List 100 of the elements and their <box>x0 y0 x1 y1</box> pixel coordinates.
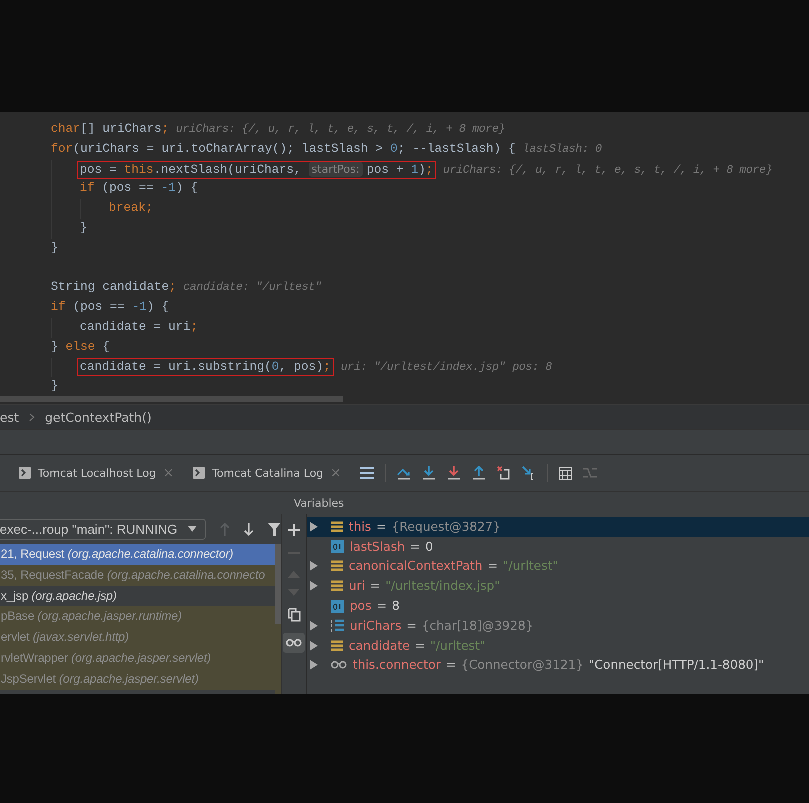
field-icon <box>331 640 343 652</box>
log-tab[interactable]: Tomcat Catalina Log <box>212 466 324 480</box>
variable-row[interactable]: pos = 8 <box>307 596 809 616</box>
code-keyword: ; <box>169 280 176 294</box>
code-keyword: for <box>51 142 74 156</box>
glasses-icon <box>286 639 302 647</box>
variable-row[interactable]: candidate = "/urltest" <box>307 636 809 656</box>
code-keyword: this <box>124 162 154 177</box>
inline-value-hint: pos: 8 <box>512 362 552 374</box>
variable-row[interactable]: this.connector = {Connector@3121} "Connector[HTTP/1.1-8080]" <box>307 656 809 676</box>
inline-value-hint: uri: "/urltest/index.jsp" <box>340 362 506 374</box>
code-keyword: ; <box>426 162 434 177</box>
code-number: -1 <box>132 300 147 314</box>
log-tab[interactable]: Tomcat Localhost Log <box>38 466 156 480</box>
code-text: pos = <box>80 162 118 177</box>
list-icon[interactable] <box>360 467 374 479</box>
variable-name: uriChars <box>350 618 402 633</box>
expand-arrow-icon[interactable] <box>310 640 318 651</box>
code-text: } <box>51 379 58 394</box>
watches-toggle-button[interactable] <box>283 633 305 653</box>
variable-row[interactable]: lastSlash = 0 <box>307 536 809 557</box>
panel-title: Variables <box>294 496 344 510</box>
code-text: , pos) <box>279 360 324 374</box>
variable-name: lastSlash <box>350 540 406 554</box>
console-icon <box>19 467 31 479</box>
array-icon <box>331 619 344 632</box>
arrow-down-icon[interactable] <box>244 522 254 536</box>
code-text: [] uriChars <box>80 122 162 136</box>
code-keyword: if <box>80 181 95 196</box>
code-text: (uriChars = uri.toCharArray(); lastSlash > <box>73 142 384 156</box>
primitive-icon <box>331 540 344 554</box>
thread-dropdown[interactable]: exec-...roup "main": RUNNING <box>0 518 206 540</box>
variable-value: 0 <box>425 540 434 554</box>
variable-name: canonicalContextPath <box>349 559 483 574</box>
code-number: 1 <box>411 162 418 177</box>
variable-description: "Connector[HTTP/1.1-8080]" <box>588 658 764 672</box>
expand-arrow-icon[interactable] <box>310 660 318 670</box>
expand-arrow-icon[interactable] <box>310 581 318 592</box>
variable-row[interactable]: this = {Request@3827} <box>307 517 809 537</box>
code-text: ) { <box>146 300 170 314</box>
force-step-into-icon[interactable] <box>447 466 462 480</box>
code-text: candidate = uri.substring( <box>80 360 272 374</box>
code-number: 0 <box>390 142 398 156</box>
variable-row[interactable]: uri = "/urltest/index.jsp" <box>307 576 809 596</box>
code-keyword: if <box>51 300 66 314</box>
equals-sign: = <box>410 540 420 554</box>
expand-arrow-icon[interactable] <box>310 522 318 532</box>
inline-value-hint: uriChars: {/, u, r, l, t, e, s, t, /, i, + 8 more} <box>443 164 773 177</box>
expand-arrow-icon[interactable] <box>310 561 318 572</box>
code-text: } <box>80 220 88 235</box>
code-keyword: ; <box>324 360 331 374</box>
step-out-icon[interactable] <box>472 466 486 480</box>
expand-arrow-icon[interactable] <box>310 620 318 631</box>
code-text: (pos == <box>101 181 155 196</box>
code-text: ) { <box>176 181 198 196</box>
variable-value: "/urltest/index.jsp" <box>386 579 500 594</box>
stack-frame[interactable]: x_jsp (org.apache.jsp) <box>0 586 275 606</box>
variable-name: pos <box>350 599 372 614</box>
field-icon <box>331 520 343 533</box>
variable-row[interactable]: canonicalContextPath = "/urltest" <box>307 556 809 576</box>
horizontal-scrollbar[interactable] <box>0 396 343 402</box>
code-number: -1 <box>161 181 176 196</box>
inline-value-hint: candidate: "/urltest" <box>183 282 322 294</box>
inline-value-hint: lastSlash: 0 <box>522 144 602 156</box>
code-text: ) <box>418 162 426 177</box>
plus-icon[interactable] <box>288 524 300 536</box>
stack-frame[interactable]: 21, Request (org.apache.catalina.connector) <box>0 544 275 565</box>
code-keyword: ; <box>190 320 198 334</box>
drop-frame-icon[interactable] <box>497 466 512 480</box>
equals-sign: = <box>376 520 387 534</box>
field-icon <box>331 580 343 592</box>
variable-name: this <box>349 520 372 534</box>
breadcrumb-item[interactable]: getContextPath() <box>45 410 152 424</box>
variable-row[interactable]: uriChars = {char[18]@3928} <box>307 616 809 636</box>
code-keyword: break; <box>109 201 154 216</box>
code-keyword: ; <box>162 122 170 136</box>
code-text: pos + <box>366 162 405 177</box>
dropdown-arrow-icon <box>188 526 197 532</box>
code-text: .nextSlash(uriChars, <box>154 162 302 177</box>
variable-value: {Connector@3121} <box>461 658 584 672</box>
equals-sign: = <box>446 658 456 672</box>
breadcrumb-item[interactable]: est <box>0 410 20 424</box>
variable-name: this.connector <box>353 658 441 672</box>
calculator-icon[interactable] <box>559 466 572 480</box>
variable-value: {char[18]@3928} <box>422 618 534 633</box>
filter-icon[interactable] <box>268 522 281 536</box>
variable-value: {Request@3827} <box>392 520 501 534</box>
equals-sign: = <box>376 599 388 614</box>
equals-sign: = <box>488 559 498 574</box>
variable-name: candidate <box>349 638 410 653</box>
code-text: } <box>51 240 58 255</box>
chevron-icon <box>29 412 36 422</box>
step-over-icon[interactable] <box>397 466 412 480</box>
copy-icon[interactable] <box>288 608 300 622</box>
step-into-icon[interactable] <box>422 466 436 480</box>
code-text: (pos == <box>72 300 126 314</box>
parameter-hint: startPos: <box>308 162 363 177</box>
code-text: String candidate <box>51 280 170 294</box>
equals-sign: = <box>370 579 381 594</box>
vertical-scrollbar[interactable] <box>275 544 281 624</box>
